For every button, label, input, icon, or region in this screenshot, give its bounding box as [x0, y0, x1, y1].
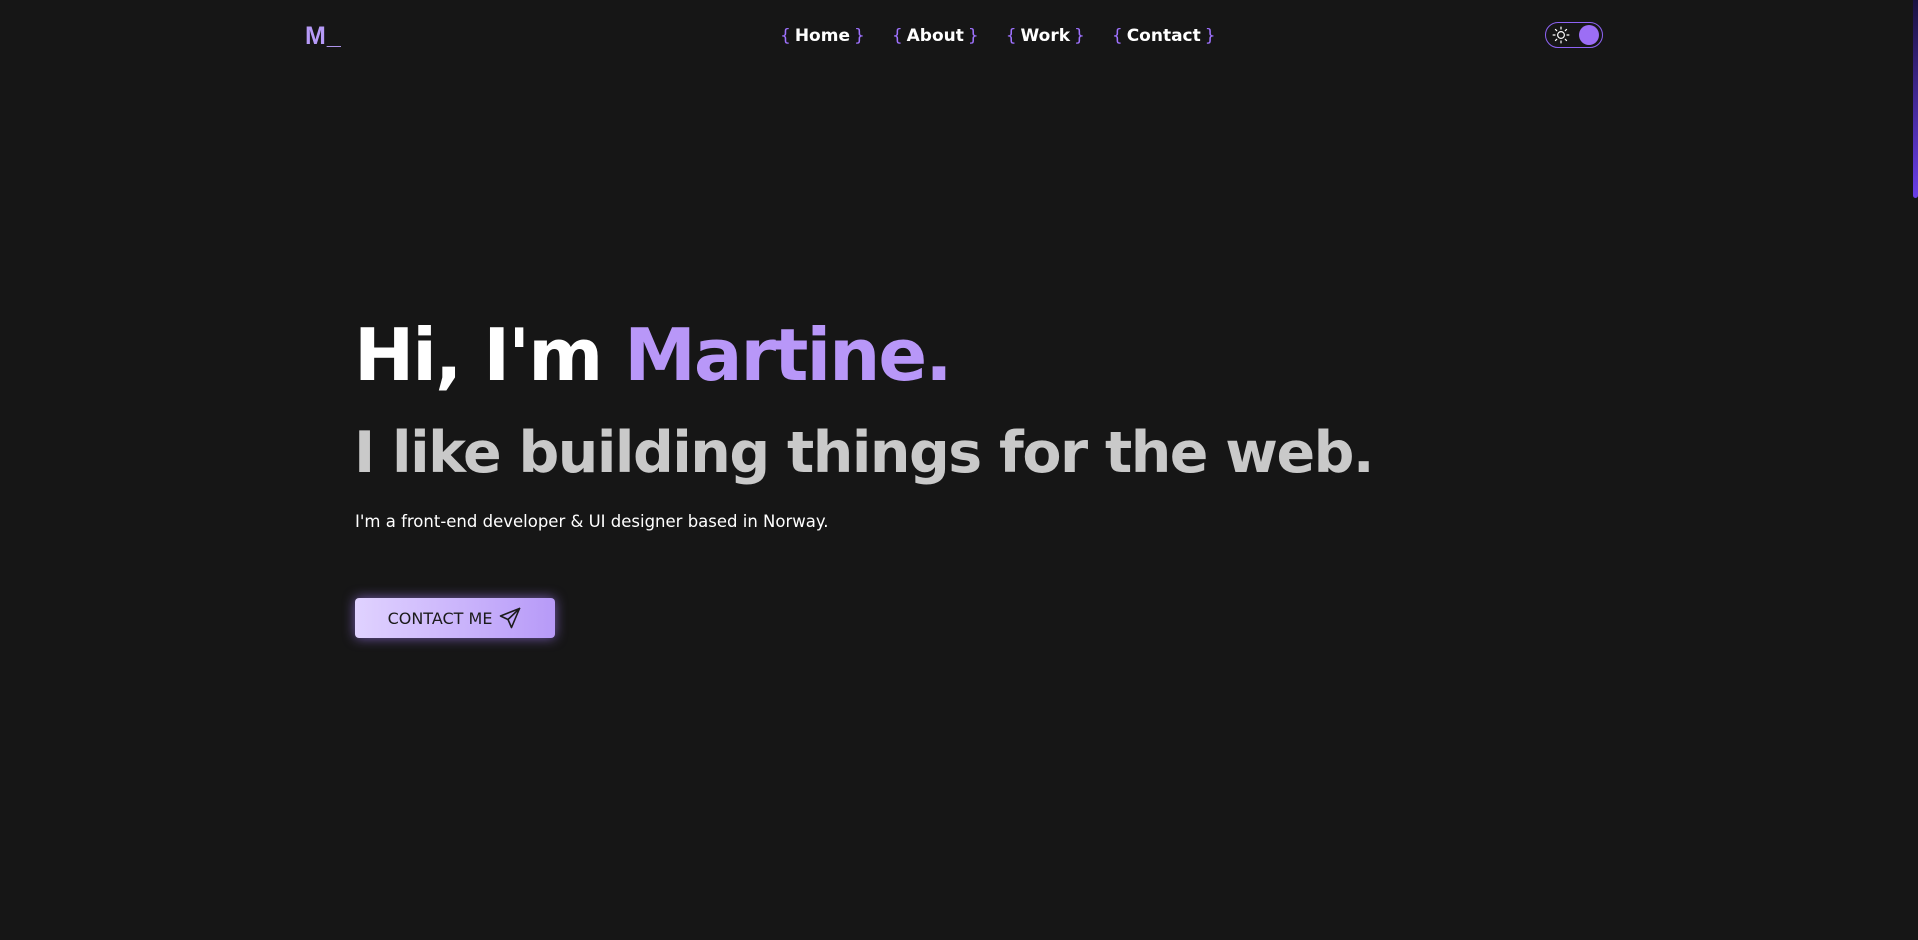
nav-close-brace: } — [967, 26, 979, 46]
nav-close-brace: } — [1074, 26, 1085, 46]
nav-close-brace: } — [1204, 26, 1216, 46]
nav-item-label: Work — [1020, 26, 1071, 46]
nav-item-label: About — [906, 26, 964, 46]
scrollbar-thumb[interactable] — [1913, 0, 1918, 198]
toggle-knob — [1579, 25, 1599, 45]
nav-item-work[interactable]: { Work } — [1006, 26, 1085, 46]
greeting-name: Martine. — [624, 313, 952, 397]
nav-item-home[interactable]: { Home } — [780, 26, 865, 46]
main-nav: { Home } { About } { Work } { Contact } — [780, 26, 1216, 46]
send-icon — [500, 607, 521, 629]
nav-open-brace: { — [891, 26, 903, 46]
nav-item-label: Home — [794, 26, 850, 46]
contact-me-button[interactable]: CONTACT ME — [355, 598, 555, 638]
sun-icon — [1552, 26, 1570, 44]
greeting-prefix: Hi, I'm — [354, 313, 625, 397]
contact-me-label: CONTACT ME — [387, 608, 493, 628]
nav-item-contact[interactable]: { Contact } — [1112, 26, 1216, 46]
theme-toggle[interactable] — [1545, 22, 1603, 48]
nav-item-label: Contact — [1126, 26, 1201, 46]
hero-tagline: I like building things for the web. — [354, 420, 1375, 486]
nav-open-brace: { — [1005, 26, 1017, 46]
nav-item-about[interactable]: { About } — [892, 26, 979, 46]
nav-close-brace: } — [853, 26, 865, 46]
hero-intro: I'm a front-end developer & UI designer … — [355, 512, 829, 531]
nav-open-brace: { — [780, 26, 791, 46]
nav-open-brace: { — [1111, 26, 1123, 46]
page: M_ { Home } { About } { Work } { Contact… — [0, 0, 1918, 940]
site-logo[interactable]: M_ — [305, 22, 342, 51]
hero-greeting: Hi, I'm Martine. — [354, 310, 953, 400]
